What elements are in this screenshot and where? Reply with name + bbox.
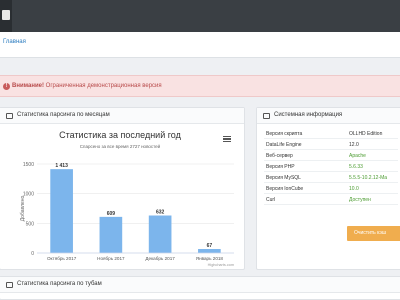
info-key: Веб-сервер (266, 153, 293, 159)
info-row-script: Версия скрипта OLLHD Edition (264, 128, 398, 139)
y-tick-label: 0 (31, 251, 34, 257)
info-value: 10.0 (349, 186, 359, 192)
info-key: Версия скрипта (266, 131, 303, 137)
info-row-ioncube: Версия IonCube 10.0 (264, 183, 398, 194)
stats-panel-icon (6, 113, 13, 119)
chart-menu-icon[interactable] (223, 136, 231, 143)
stats-panel: Статистика парсинга по месяцам Статистик… (0, 107, 245, 270)
info-key: Версия MySQL (266, 175, 301, 181)
info-value: 5.5.5-10.2.12-Ma (349, 175, 388, 181)
info-value: 5.6.33 (349, 164, 363, 170)
system-info-title: Системная информация (274, 112, 343, 118)
info-key: DataLife Engine (266, 142, 302, 148)
bar (198, 249, 221, 253)
tube-stats-header: Статистика парсинга по тубам (0, 277, 400, 293)
stats-panel-title: Статистика парсинга по месяцам (17, 112, 110, 118)
info-row-mysql: Версия MySQL 5.5.5-10.2.12-Ma (264, 172, 398, 183)
clear-cache-button[interactable]: Очистить кэш (347, 226, 400, 241)
data-label: 67 (207, 243, 213, 249)
info-row-dle: DataLife Engine 12.0 (264, 139, 398, 150)
alert-message: Ограниченная демонстрационная версия (45, 83, 162, 89)
top-navbar (0, 0, 400, 32)
system-info-icon (263, 113, 270, 119)
breadcrumb: Главная (0, 32, 400, 58)
alert-strong: Внимание! (12, 83, 44, 89)
data-label: 609 (107, 211, 116, 217)
x-tick-label: Октябрь 2017 (47, 256, 77, 261)
x-tick-label: Январь 2018 (196, 256, 224, 261)
x-tick-label: Декабрь 2017 (145, 256, 175, 261)
bar-chart: 050010001500Добавлено1 413Октябрь 201760… (20, 162, 234, 267)
data-label: 1 413 (55, 163, 68, 169)
info-row-curl: Curl Доступен (264, 194, 398, 205)
alert-text: Внимание! Ограниченная демонстрационная … (12, 83, 162, 89)
chart-title: Статистика за последний год (59, 130, 181, 140)
info-value: Доступен (349, 197, 371, 203)
info-key: Версия IonCube (266, 186, 304, 192)
y-axis-label: Добавлено (20, 196, 26, 222)
info-row-php: Версия PHP 5.6.33 (264, 161, 398, 172)
alert-icon: ! (3, 83, 10, 90)
system-info-header: Системная информация (257, 108, 400, 124)
x-tick-label: Ноябрь 2017 (97, 256, 125, 261)
info-key: Curl (266, 197, 276, 203)
tube-stats-icon (6, 282, 13, 288)
info-value: Apache (349, 153, 366, 159)
breadcrumb-home-link[interactable]: Главная (3, 39, 26, 45)
stats-panel-header: Статистика парсинга по месяцам (0, 108, 244, 124)
info-row-webserver: Веб-сервер Apache (264, 150, 398, 161)
y-tick-label: 1500 (23, 162, 34, 168)
bar (50, 169, 73, 253)
bar (99, 216, 123, 253)
info-value: OLLHD Edition (349, 131, 383, 137)
demo-alert: ! Внимание! Ограниченная демонстрационна… (0, 75, 400, 97)
tube-stats-title: Статистика парсинга по тубам (17, 281, 102, 287)
chart-credit: Highcharts.com (208, 263, 234, 267)
y-tick-label: 500 (26, 221, 35, 227)
info-value: 12.0 (349, 142, 359, 148)
logo-icon[interactable] (0, 0, 12, 32)
bar (148, 215, 172, 253)
data-label: 632 (156, 210, 165, 216)
system-info-panel: Системная информация Версия скрипта OLLHD… (256, 107, 400, 270)
tube-stats-panel: Статистика парсинга по тубам (0, 276, 400, 300)
info-key: Версия PHP (266, 164, 295, 170)
